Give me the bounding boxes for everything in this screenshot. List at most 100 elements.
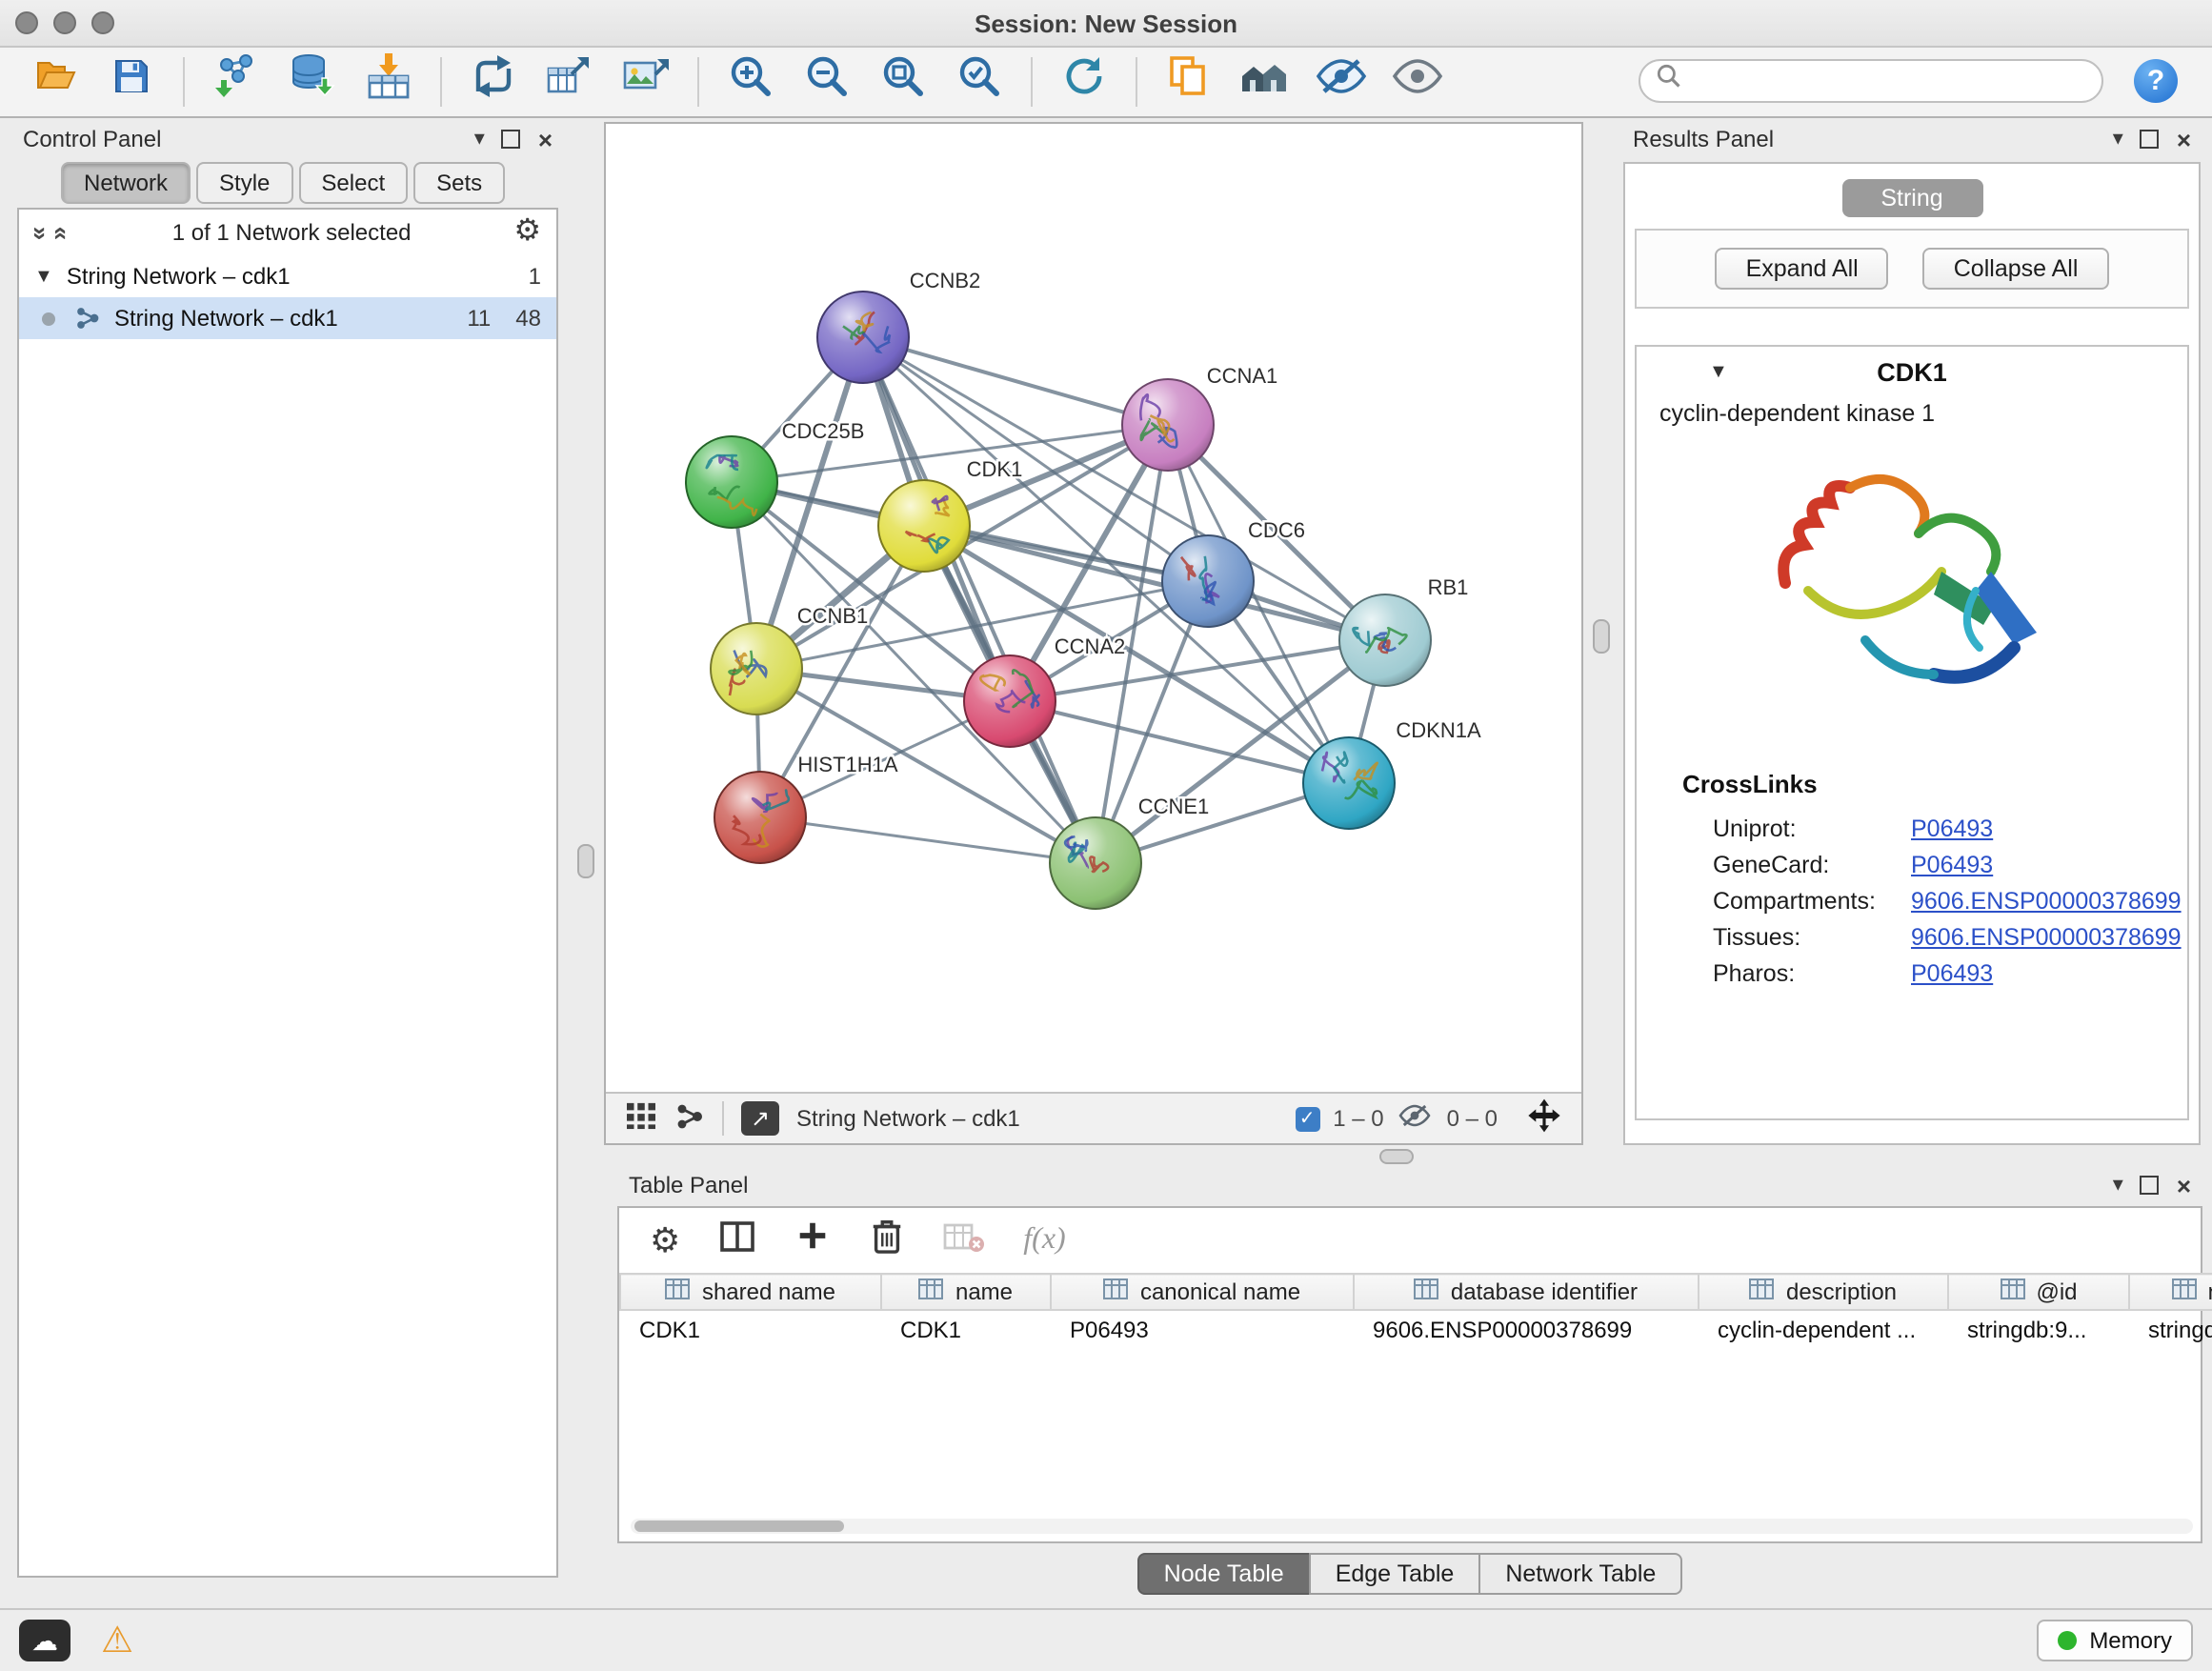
tab-network[interactable]: Network — [61, 162, 191, 204]
panel-close-icon[interactable]: × — [2177, 127, 2191, 151]
toolbar-search[interactable] — [1639, 59, 2103, 103]
column-header[interactable]: database identifier — [1354, 1274, 1699, 1310]
network-node-cdc25b[interactable] — [686, 436, 777, 528]
memory-button[interactable]: Memory — [2036, 1620, 2193, 1661]
splitter-handle[interactable] — [577, 844, 594, 878]
grid-view-icon[interactable] — [625, 1101, 657, 1136]
detach-view-button[interactable]: ↗ — [741, 1101, 779, 1136]
table-cell: 9606.ENSP00000378699 — [1354, 1310, 1699, 1347]
import-table-button[interactable] — [352, 50, 425, 111]
table-settings-gear-icon[interactable]: ⚙ — [650, 1223, 680, 1258]
column-header[interactable]: name — [881, 1274, 1051, 1310]
panel-float-icon[interactable] — [2141, 1176, 2160, 1195]
network-edge[interactable] — [863, 337, 1096, 863]
expand-all-button[interactable]: Expand All — [1716, 248, 1889, 290]
collapse-all-button[interactable]: Collapse All — [1923, 248, 2109, 290]
network-node-ccne1[interactable] — [1050, 817, 1141, 909]
panel-collapse-icon[interactable]: ▾ — [2113, 1175, 2123, 1196]
copy-button[interactable] — [1153, 50, 1225, 111]
panel-float-icon[interactable] — [2141, 130, 2160, 149]
double-arrows-icon — [469, 51, 518, 111]
tab-node-table[interactable]: Node Table — [1137, 1553, 1311, 1595]
network-node-cdc6[interactable] — [1162, 535, 1254, 627]
collapse-gene-icon[interactable]: ▼ — [1709, 361, 1728, 382]
tab-sets[interactable]: Sets — [413, 162, 505, 204]
panel-close-icon[interactable]: × — [538, 127, 553, 151]
application-window: Session: New Session ? Control — [0, 0, 2212, 1671]
node-label-rb1: RB1 — [1428, 575, 1469, 599]
network-icon[interactable] — [674, 1100, 705, 1137]
network-collection-row[interactable]: ▼ String Network – cdk1 1 — [19, 255, 556, 297]
crosslink-label: Pharos: — [1713, 959, 1911, 986]
import-network-button[interactable] — [200, 50, 272, 111]
crosslink-value[interactable]: 9606.ENSP00000378699 — [1911, 887, 2182, 914]
zoom-selected-button[interactable] — [943, 50, 1016, 111]
network-canvas[interactable]: CCNB2CCNA1CDC25BCDK1CDC6RB1CCNB1CCNA2CDK… — [606, 124, 1581, 1094]
splitter-handle[interactable] — [1379, 1149, 1414, 1164]
network-node-cdkn1a[interactable] — [1303, 737, 1395, 829]
toolbar-separator — [440, 56, 442, 106]
selected-nodes-icon[interactable]: ✓ — [1295, 1106, 1319, 1131]
crosslink-value[interactable]: P06493 — [1911, 815, 1993, 841]
splitter-handle[interactable] — [1593, 619, 1610, 654]
column-header[interactable]: canonical name — [1051, 1274, 1354, 1310]
network-node-ccnb1[interactable] — [711, 623, 802, 715]
hide-graphics-details-button[interactable] — [1305, 50, 1377, 111]
table-row[interactable]: CDK1CDK1P064939606.ENSP00000378699cyclin… — [620, 1310, 2212, 1347]
export-network-button[interactable] — [533, 50, 606, 111]
column-header[interactable]: namespac — [2129, 1274, 2212, 1310]
tab-style[interactable]: Style — [196, 162, 292, 204]
gear-icon[interactable]: ⚙ — [513, 217, 541, 248]
network-node-hist1h1a[interactable] — [714, 772, 806, 863]
import-network-database-button[interactable] — [276, 50, 349, 111]
crosslink-value[interactable]: P06493 — [1911, 959, 1993, 986]
search-input[interactable] — [1682, 66, 2086, 96]
network-node-rb1[interactable] — [1339, 594, 1431, 686]
panel-float-icon[interactable] — [502, 130, 521, 149]
tab-string[interactable]: String — [1841, 179, 1982, 217]
hidden-edges-icon[interactable] — [1398, 1101, 1434, 1136]
zoom-in-button[interactable] — [714, 50, 787, 111]
panel-collapse-icon[interactable]: ▾ — [474, 129, 485, 150]
export-image-button[interactable] — [610, 50, 682, 111]
network-node-ccna1[interactable] — [1122, 379, 1214, 471]
tab-select[interactable]: Select — [298, 162, 408, 204]
network-row[interactable]: String Network – cdk1 11 48 — [19, 297, 556, 339]
column-header[interactable]: @id — [1948, 1274, 2129, 1310]
column-header[interactable]: description — [1699, 1274, 1948, 1310]
apply-layout-button[interactable] — [1048, 50, 1120, 111]
help-button[interactable]: ? — [2134, 59, 2178, 103]
network-edge[interactable] — [760, 817, 1096, 863]
collapse-all-icon[interactable]: « — [49, 226, 77, 239]
warning-icon[interactable]: ⚠ — [101, 1622, 133, 1659]
delete-column-trash-icon[interactable] — [869, 1216, 905, 1265]
open-session-button[interactable] — [19, 50, 91, 111]
zoom-fit-button[interactable] — [867, 50, 939, 111]
panel-collapse-icon[interactable]: ▾ — [2113, 129, 2123, 150]
table-horizontal-scrollbar[interactable] — [631, 1519, 2193, 1534]
network-node-ccnb2[interactable] — [817, 292, 909, 383]
network-overview-button[interactable] — [1229, 50, 1301, 111]
network-node-cdk1[interactable] — [878, 480, 970, 572]
save-session-button[interactable] — [95, 50, 168, 111]
column-header[interactable]: shared name — [620, 1274, 881, 1310]
cloud-icon[interactable]: ☁ — [19, 1620, 70, 1661]
add-column-icon[interactable] — [794, 1218, 831, 1263]
show-graphics-details-button[interactable] — [1381, 50, 1454, 111]
gene-header-row[interactable]: ▼ CDK1 — [1637, 347, 2187, 396]
new-network-from-selection-button[interactable] — [457, 50, 530, 111]
delete-table-icon — [943, 1217, 985, 1264]
scrollbar-thumb[interactable] — [634, 1520, 844, 1532]
network-node-ccna2[interactable] — [964, 655, 1056, 747]
expander-icon[interactable]: ▼ — [34, 266, 53, 287]
crosslink-value[interactable]: 9606.ENSP00000378699 — [1911, 923, 2182, 950]
show-columns-icon[interactable] — [718, 1217, 756, 1264]
crosslink-value[interactable]: P06493 — [1911, 851, 1993, 877]
tab-edge-table[interactable]: Edge Table — [1309, 1553, 1481, 1595]
table-panel-body: ⚙ f(x) shared namenamecanonical namedata… — [617, 1206, 2202, 1543]
panel-close-icon[interactable]: × — [2177, 1173, 2191, 1198]
zoom-out-button[interactable] — [791, 50, 863, 111]
tab-network-table[interactable]: Network Table — [1478, 1553, 1682, 1595]
crosslink-row: GeneCard: P06493 — [1637, 846, 2187, 882]
birds-eye-icon[interactable] — [1526, 1097, 1562, 1139]
